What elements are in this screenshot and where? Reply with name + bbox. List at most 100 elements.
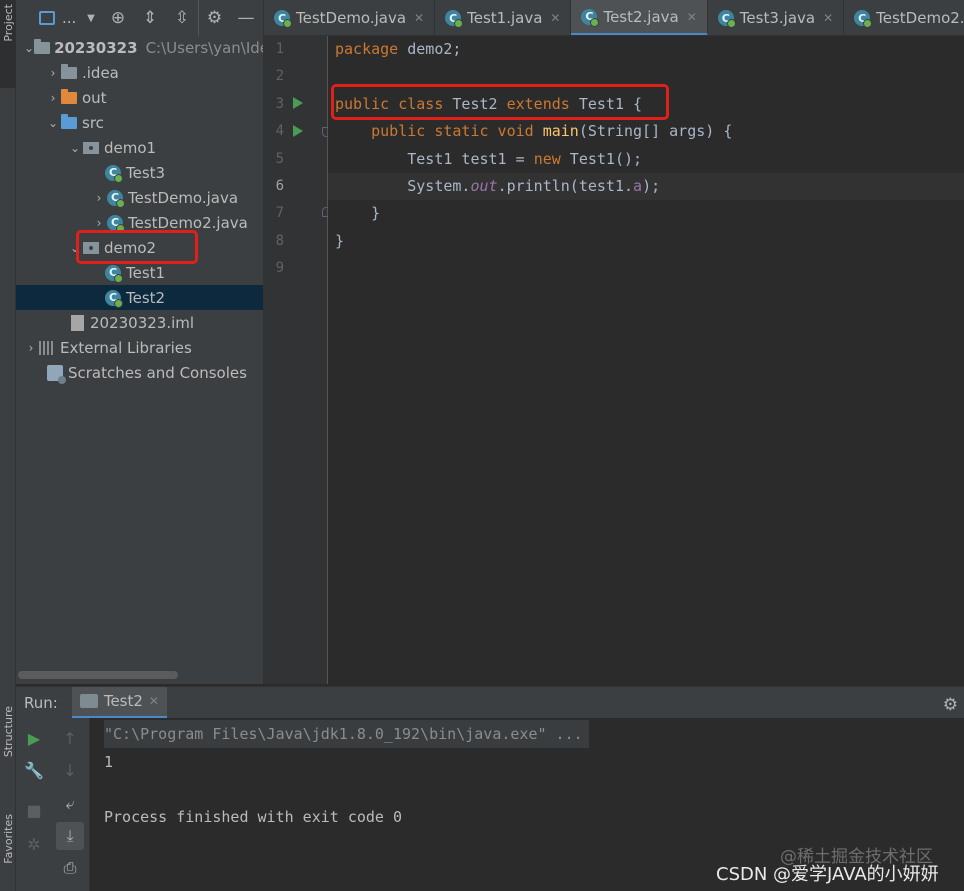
tab-test1[interactable]: C Test1.java ✕ [435, 0, 572, 35]
tree-item-iml[interactable]: 20230323.iml [16, 310, 263, 335]
chevron-down-icon[interactable]: ▼ [80, 0, 102, 36]
locate-icon[interactable]: ⊕ [102, 0, 134, 36]
tree-item-label: .idea [82, 63, 119, 82]
tree-item-test3[interactable]: C Test3 [16, 160, 263, 185]
run-tab-label: Test2 [103, 692, 143, 710]
class-icon: C [581, 8, 600, 27]
chevron-right-icon[interactable]: › [24, 335, 38, 360]
tab-label: Test2.java [603, 7, 679, 26]
tab-testdemo2[interactable]: C TestDemo2.java [844, 0, 964, 35]
code-text: System. [335, 177, 471, 195]
debug-icon[interactable]: ✲ [20, 830, 48, 858]
gear-icon[interactable]: ⚙ [198, 0, 230, 36]
tree-item-out[interactable]: › out [16, 85, 263, 110]
static-field: out [470, 177, 498, 195]
view-dropdown[interactable]: ... [62, 9, 80, 27]
keyword: public static void [371, 122, 534, 140]
module-folder-icon [34, 38, 51, 57]
scroll-to-end-icon[interactable]: ⤓ [56, 822, 84, 850]
collapse-all-icon[interactable]: ⇳ [166, 0, 198, 36]
tree-item-idea[interactable]: › .idea [16, 60, 263, 85]
line-number: 3 [275, 96, 284, 112]
folder-icon [60, 63, 78, 82]
class-icon: C [104, 164, 123, 183]
tree-item-label: TestDemo2.java [128, 213, 248, 232]
arrow-up-icon[interactable]: ↑ [56, 724, 84, 752]
tree-item-test2[interactable]: C Test2 [16, 285, 263, 310]
print-icon[interactable]: ⎙ [56, 854, 84, 882]
libraries-icon [38, 339, 56, 357]
chevron-right-icon[interactable]: › [46, 85, 60, 110]
project-tool-tab[interactable]: Project [0, 0, 16, 88]
soft-wrap-icon[interactable]: ⤶ [56, 790, 84, 818]
source-folder-icon [60, 113, 78, 132]
watermark-csdn: CSDN @爱学JAVA的小妍妍 [716, 864, 939, 885]
view-mode-icon[interactable] [32, 0, 62, 36]
code-line-1: package demo2; [328, 36, 964, 63]
stop-icon[interactable]: ■ [20, 796, 48, 824]
run-main-icon[interactable] [293, 125, 303, 137]
code-line-8: } [335, 232, 345, 250]
expand-all-icon[interactable]: ⇕ [134, 0, 166, 36]
root-path: C:\Users\yan\Ide [145, 38, 264, 57]
project-toolbar: ... ▼ ⊕ ⇕ ⇳ ⚙ — [16, 0, 263, 36]
tab-testdemo[interactable]: C TestDemo.java ✕ [264, 0, 436, 35]
class-icon: C [104, 289, 123, 308]
tool-window-strip: Project Structure Favorites [0, 0, 16, 891]
package-icon [82, 139, 100, 157]
structure-tool-tab[interactable]: Structure [0, 700, 16, 790]
close-icon[interactable]: ✕ [414, 11, 424, 25]
field: a [633, 177, 643, 195]
run-class-icon[interactable] [293, 97, 303, 109]
tree-root[interactable]: ⌄ 20230323 C:\Users\yan\Ide [16, 35, 264, 60]
console-icon [79, 694, 98, 708]
class-icon: C [104, 264, 123, 283]
horizontal-scrollbar[interactable] [18, 671, 178, 679]
class-icon: C [106, 189, 125, 208]
chevron-down-icon[interactable]: ⌄ [24, 35, 34, 60]
chevron-right-icon[interactable]: › [46, 60, 60, 85]
tree-item-src[interactable]: ⌄ src [16, 110, 263, 135]
run-tab-test2[interactable]: Test2 ✕ [71, 686, 167, 719]
code-editor[interactable]: package demo2; public class Test2 extend… [328, 36, 964, 684]
close-icon[interactable]: ✕ [149, 694, 159, 708]
chevron-down-icon[interactable]: ⌄ [46, 110, 60, 135]
structure-tool-label: Structure [2, 706, 15, 758]
tree-item-scratches[interactable]: Scratches and Consoles [16, 360, 263, 385]
tree-item-external-libraries[interactable]: › External Libraries [16, 335, 263, 360]
close-icon[interactable]: ✕ [687, 10, 697, 24]
line-number: 1 [275, 41, 284, 57]
close-icon[interactable]: ✕ [550, 11, 560, 25]
rerun-icon[interactable]: ▶ [20, 724, 48, 752]
tree-item-label: TestDemo.java [128, 188, 239, 207]
project-panel: ... ▼ ⊕ ⇕ ⇳ ⚙ — ⌄ 20230323 C:\Users\yan\… [16, 0, 264, 684]
line-number: 7 [275, 205, 284, 221]
tab-label: Test1.java [467, 9, 543, 27]
chevron-right-icon[interactable]: › [92, 185, 106, 210]
scratches-icon [46, 364, 66, 384]
run-toolbar: ▶ ↑ 🔧 ↓ ■ ⤶ ⤓ ✲ ⎙ [16, 718, 90, 891]
tree-item-label: External Libraries [60, 338, 192, 357]
arrow-down-icon[interactable]: ↓ [56, 756, 84, 784]
wrench-icon[interactable]: 🔧 [20, 756, 48, 784]
output-folder-icon [60, 88, 78, 107]
tree-item-testdemo[interactable]: › C TestDemo.java [16, 185, 263, 210]
console-line: Process finished with exit code 0 [104, 808, 403, 826]
hide-icon[interactable]: — [230, 0, 262, 36]
tree-item-label: Scratches and Consoles [68, 363, 247, 382]
tab-test3[interactable]: C Test3.java ✕ [708, 0, 845, 35]
tab-test2[interactable]: C Test2.java ✕ [571, 0, 708, 35]
run-label: Run: [24, 693, 58, 712]
tree-item-label: Test3 [126, 163, 166, 182]
class-icon: C [854, 10, 873, 28]
chevron-down-icon[interactable]: ⌄ [68, 135, 82, 160]
tab-label: TestDemo2.java [876, 9, 964, 27]
tree-item-label: demo1 [104, 138, 157, 157]
tree-item-demo1[interactable]: ⌄ demo1 [16, 135, 263, 160]
code-line-6: System.out.println(test1.a); [328, 173, 964, 200]
tree-item-label: Test1 [126, 263, 166, 282]
close-icon[interactable]: ✕ [823, 11, 833, 25]
gear-icon[interactable]: ⚙ [943, 695, 958, 715]
editor-gutter: 1 2 3 4 5 6 7 8 9 [264, 36, 331, 684]
favorites-tool-tab[interactable]: Favorites [0, 808, 16, 888]
